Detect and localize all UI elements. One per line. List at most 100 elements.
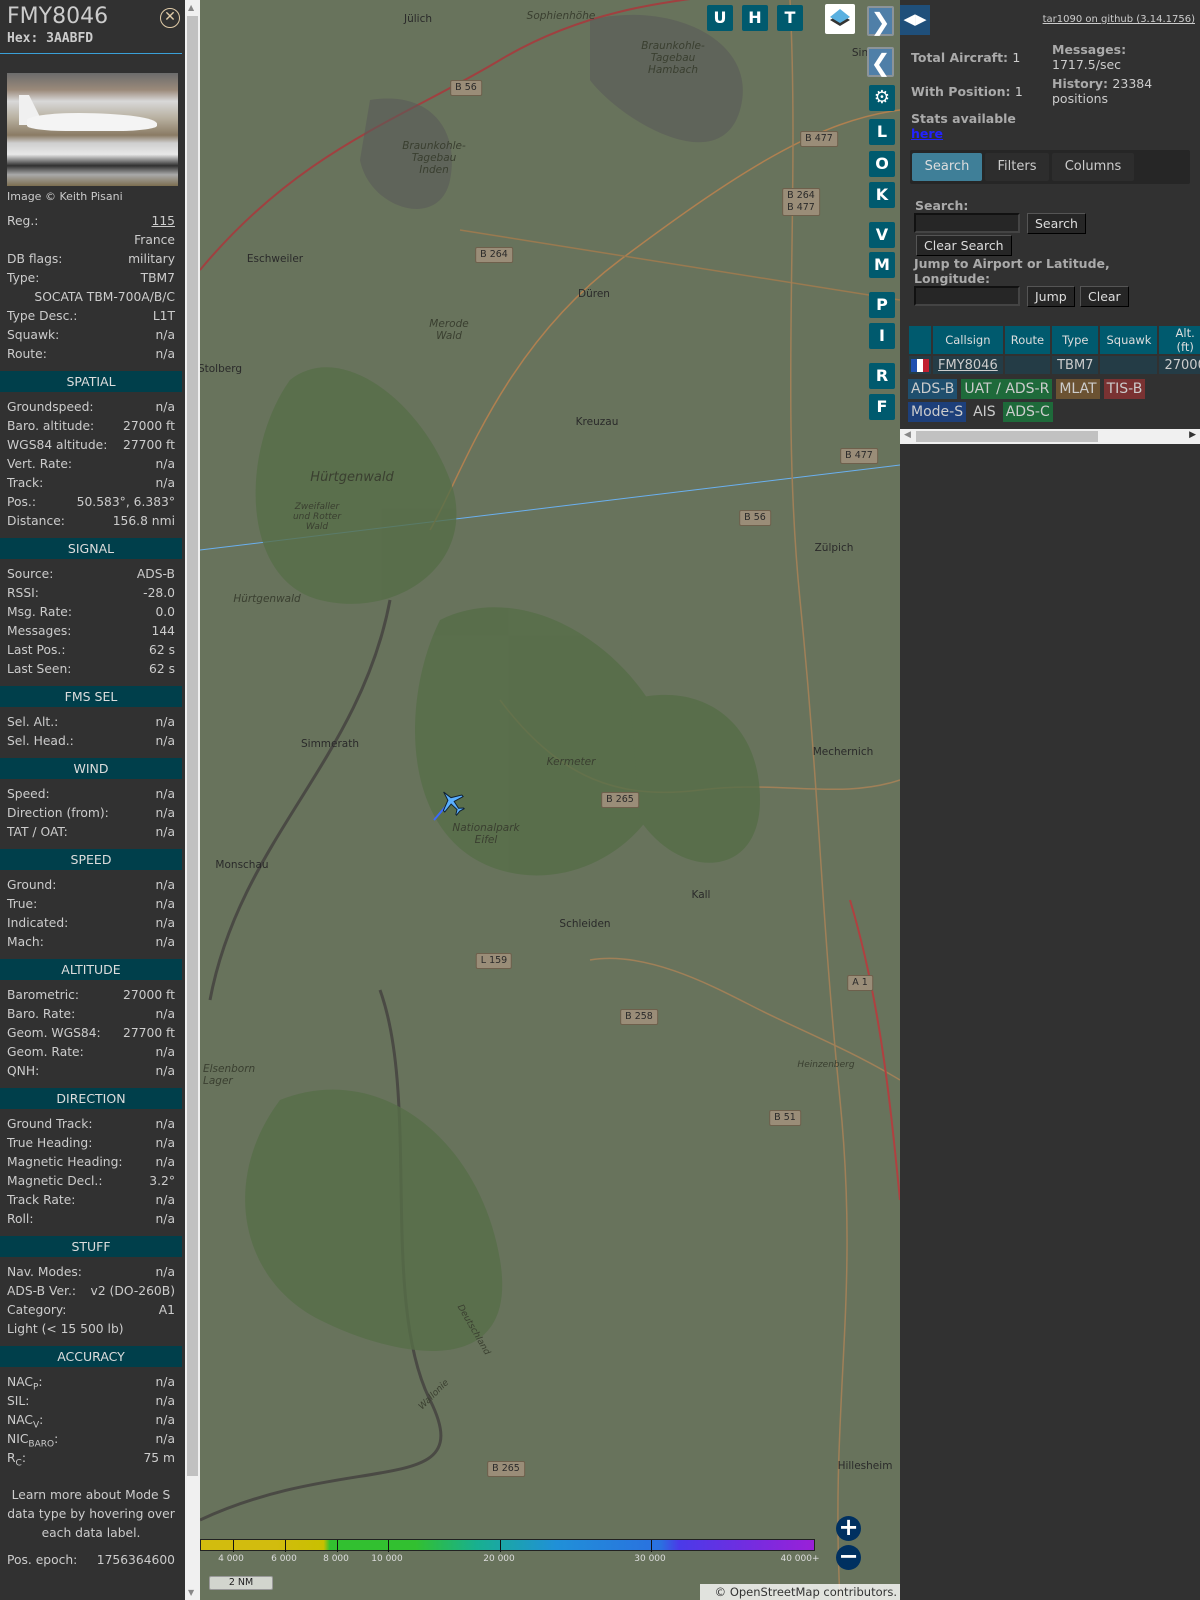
gear-icon: ⚙ <box>873 87 891 108</box>
toggle-u-button[interactable]: U <box>707 5 733 31</box>
scroll-down-icon[interactable]: ▼ <box>188 1588 194 1597</box>
search-button[interactable]: Search <box>1027 213 1086 234</box>
info-row: Distance: 156.8 nmi <box>0 512 182 531</box>
stats-link[interactable]: here <box>911 126 943 141</box>
section-header-speed: SPEED <box>0 849 182 870</box>
zoom-in-button[interactable]: + <box>836 1515 861 1541</box>
table-horizontal-scrollbar[interactable]: ◀ ▶ <box>900 429 1200 444</box>
row-label: Groundspeed: <box>7 400 94 414</box>
toggle-h-button[interactable]: H <box>742 5 768 31</box>
toggle-m-button[interactable]: M <box>869 252 895 278</box>
map-view[interactable]: Jülich Sophienhöhe Braunkohle- Tagebau H… <box>200 0 900 1600</box>
info-row: Msg. Rate: 0.0 <box>0 603 182 622</box>
col-route[interactable]: Route <box>1004 326 1051 354</box>
map-label: Eschweiler <box>246 253 304 265</box>
row-value: n/a <box>155 806 175 820</box>
map-label: Jülich <box>403 13 433 25</box>
scrollbar-thumb[interactable] <box>187 16 198 1476</box>
section-header-fms-sel: FMS SEL <box>0 686 182 707</box>
tab-search[interactable]: Search <box>912 153 982 181</box>
scroll-up-icon[interactable]: ▲ <box>188 3 194 12</box>
col-type[interactable]: Type <box>1052 326 1099 354</box>
map-label: Braunkohle- Tagebau Hambach <box>641 40 705 76</box>
toggle-p-button[interactable]: P <box>869 292 895 318</box>
row-value: n/a <box>155 1117 175 1131</box>
legend-tisb: TIS-B <box>1103 379 1146 399</box>
toggle-f-button[interactable]: F <box>869 394 895 420</box>
minus-icon: − <box>838 1542 859 1570</box>
jump-button[interactable]: Jump <box>1027 286 1075 307</box>
toggle-o-button[interactable]: O <box>869 151 895 177</box>
map-label: Merode Wald <box>429 318 469 342</box>
col-squawk[interactable]: Squawk <box>1100 326 1158 354</box>
clear-search-button[interactable]: Clear Search <box>916 235 1012 256</box>
toggle-l-button[interactable]: L <box>869 119 895 145</box>
close-icon[interactable]: ✕ <box>160 8 180 28</box>
info-row: Magnetic Decl.: 3.2° <box>0 1172 182 1191</box>
col-flag[interactable] <box>909 326 931 354</box>
row-label: Pos. epoch: <box>7 1553 78 1567</box>
sidebar-scrollbar[interactable]: ▲ ▼ <box>185 0 200 1600</box>
layers-icon <box>830 9 850 26</box>
section-header-stuff: STUFF <box>0 1236 182 1257</box>
row-label: Indicated: <box>7 916 69 930</box>
info-row: True Heading: n/a <box>0 1134 182 1153</box>
row-label: Mach: <box>7 935 44 949</box>
row-value[interactable]: 115 <box>152 212 175 231</box>
zoom-out-button[interactable]: − <box>836 1542 861 1570</box>
search-input[interactable] <box>914 213 1020 233</box>
aircraft-marker-icon[interactable] <box>432 786 472 826</box>
clear-button[interactable]: Clear <box>1080 286 1129 307</box>
row-label: Distance: <box>7 514 65 528</box>
road <box>429 109 900 531</box>
layers-button[interactable] <box>825 4 855 34</box>
col-callsign[interactable]: Callsign <box>933 326 1003 354</box>
tab-columns[interactable]: Columns <box>1052 153 1134 181</box>
info-row: WGS84 altitude: 27700 ft <box>0 436 182 455</box>
toggle-i-button[interactable]: I <box>869 323 895 349</box>
row-label: Squawk: <box>7 328 60 342</box>
map-label: Kall <box>691 889 711 901</box>
row-label: True Heading: <box>7 1136 93 1150</box>
panel-tabs: Search Filters Columns <box>910 150 1190 184</box>
section-header-direction: DIRECTION <box>0 1088 182 1109</box>
callsign-link[interactable]: FMY8046 <box>938 358 998 373</box>
info-rows: Reg.: 115 France DB flags: military Type: TBM7… <box>0 212 182 1570</box>
map-attribution[interactable]: © OpenStreetMap contributors. <box>700 1584 900 1600</box>
info-row: Speed: n/a <box>0 785 182 804</box>
next-arrow-button[interactable]: ❯ <box>867 6 894 36</box>
row-value: n/a <box>155 1265 175 1279</box>
expand-toggle-button[interactable]: ◀▶ <box>900 5 930 35</box>
info-row: Barometric: 27000 ft <box>0 986 182 1005</box>
tab-filters[interactable]: Filters <box>985 153 1049 181</box>
row-value: n/a <box>155 734 175 748</box>
row-label-sub: BARO <box>28 1439 55 1450</box>
row-value: 3.2° <box>149 1174 175 1188</box>
toggle-v-button[interactable]: V <box>869 222 895 248</box>
row-label: Vert. Rate: <box>7 457 73 471</box>
row-label: NICBARO: <box>7 1432 59 1450</box>
row-label: Geom. Rate: <box>7 1045 84 1059</box>
settings-button[interactable]: ⚙ <box>869 85 895 111</box>
scroll-right-icon[interactable]: ▶ <box>1189 430 1196 440</box>
jump-input[interactable] <box>914 286 1020 306</box>
row-label: Sel. Alt.: <box>7 715 59 729</box>
info-row: Mach: n/a <box>0 933 182 952</box>
table-row[interactable]: FMY8046 TBM7 27000 <box>909 356 1200 374</box>
info-row: Sel. Alt.: n/a <box>0 713 182 732</box>
chevron-left-icon: ❮ <box>870 49 891 77</box>
aircraft-photo[interactable] <box>7 73 178 186</box>
row-label: Pos.: <box>7 495 36 509</box>
chevron-right-icon: ❯ <box>870 8 891 36</box>
prev-arrow-button[interactable]: ❮ <box>867 47 894 77</box>
legend-label: 20 000 <box>483 1554 515 1564</box>
github-link[interactable]: tar1090 on github (3.14.1756) <box>1043 14 1195 25</box>
row-value: 1756364600 <box>96 1553 175 1567</box>
toggle-r-button[interactable]: R <box>869 363 895 389</box>
scrollbar-thumb[interactable] <box>916 431 1098 442</box>
col-altitude[interactable]: Alt. (ft) <box>1159 326 1200 354</box>
scroll-left-icon[interactable]: ◀ <box>904 430 911 440</box>
toggle-t-button[interactable]: T <box>777 5 803 31</box>
map-label: Kreuzau <box>575 416 619 428</box>
toggle-k-button[interactable]: K <box>869 182 895 208</box>
